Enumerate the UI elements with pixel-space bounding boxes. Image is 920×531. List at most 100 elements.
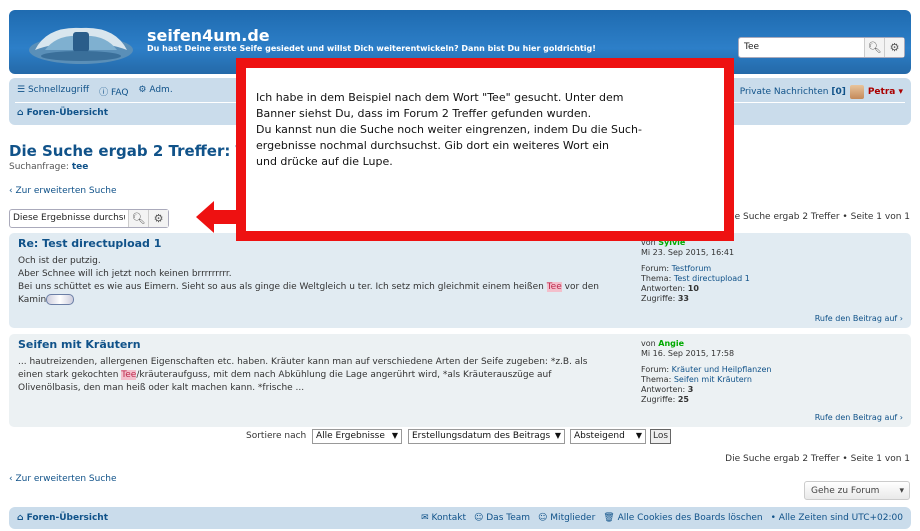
- avatar[interactable]: [849, 85, 864, 99]
- refine-search-box: Diese Ergebnisse durchsuchen 🔍︎ ⚙: [9, 209, 169, 228]
- select-value: Erstellungsdatum des Beitrags: [412, 431, 551, 441]
- search-result: Re: Test directupload 1 Och ist der putz…: [9, 233, 911, 328]
- search-highlight: Tee: [546, 282, 562, 292]
- views-label: Zugriffe:: [641, 294, 676, 303]
- result-meta: von Sylvie Mi 23. Sep 2015, 16:41 Forum:…: [641, 238, 750, 304]
- callout-line: und drücke auf die Lupe.: [256, 155, 393, 168]
- forum-link[interactable]: Testforum: [672, 264, 712, 273]
- select-value: Alle Ergebnisse: [316, 431, 385, 441]
- footer-bar: ⌂ Foren-Übersicht ✉ Kontakt ☺ Das Team ☺…: [9, 507, 911, 529]
- excerpt-line: ... hautreizenden, allergenen Eigenschaf…: [18, 357, 588, 367]
- jump-to-post-link[interactable]: Rufe den Beitrag auf ›: [815, 413, 903, 422]
- header-search-box: Tee 🔍︎ ⚙: [738, 37, 905, 58]
- result-excerpt: Och ist der putzig. Aber Schnee will ich…: [18, 255, 618, 307]
- excerpt-text: Kamin: [18, 295, 47, 305]
- excerpt-line: Och ist der putzig.: [18, 256, 101, 266]
- callout-line: Du kannst nun die Suche noch weiter eing…: [256, 123, 642, 136]
- excerpt-text: Bei uns schüttet es wie aus Eimern. Sieh…: [18, 282, 547, 292]
- author-link[interactable]: Angie: [658, 339, 684, 348]
- quicklinks-label: Schnellzugriff: [27, 85, 90, 95]
- search-icon[interactable]: 🔍︎: [128, 210, 148, 227]
- chevron-down-icon: ▾: [899, 486, 904, 496]
- callout-line: ergebnisse nochmal durchsuchst. Gib dort…: [256, 139, 609, 152]
- query-value: tee: [71, 162, 89, 172]
- result-excerpt: ... hautreizenden, allergenen Eigenschaf…: [18, 356, 618, 395]
- chevron-down-icon: ▼: [391, 431, 398, 440]
- callout-line: Banner siehst Du, dass im Forum 2 Treffe…: [256, 107, 592, 120]
- sort-direction-select[interactable]: Absteigend ▼: [570, 429, 646, 444]
- jump-to-label: Gehe zu Forum: [811, 486, 880, 496]
- search-highlight: Tee: [121, 370, 137, 380]
- contact-label: Kontakt: [431, 513, 466, 523]
- result-title[interactable]: Re: Test directupload 1: [18, 237, 161, 250]
- contact-link[interactable]: ✉ Kontakt: [421, 513, 466, 523]
- topic-link[interactable]: Seifen mit Kräutern: [674, 375, 752, 384]
- advanced-search-link[interactable]: ‹ Zur erweiterten Suche: [9, 474, 117, 484]
- private-messages-link[interactable]: Private Nachrichten [0]: [740, 87, 846, 97]
- header-search-input[interactable]: Tee: [744, 42, 759, 52]
- advanced-search-link[interactable]: ‹ Zur erweiterten Suche: [9, 186, 117, 196]
- admin-link[interactable]: ⚙ Adm.: [138, 85, 172, 98]
- arrow-left-icon: [196, 201, 246, 233]
- members-link[interactable]: ☺ Mitglieder: [538, 513, 595, 523]
- forum-label: Forum:: [641, 264, 670, 273]
- sort-key-select[interactable]: Erstellungsdatum des Beitrags ▼: [408, 429, 565, 444]
- page-title: Die Suche ergab 2 Treffer: Tee: [9, 142, 265, 160]
- excerpt-line: einen stark gekochten Tee/kräuteraufguss…: [18, 369, 618, 382]
- pagination-info: Die Suche ergab 2 Treffer • Seite 1 von …: [725, 454, 910, 464]
- callout-line: Ich habe in dem Beispiel nach dem Wort "…: [256, 91, 624, 104]
- views-count: 25: [677, 395, 689, 404]
- topic-label: Thema:: [641, 274, 672, 283]
- excerpt-line: Aber Schnee will ich jetzt noch keinen b…: [18, 269, 232, 279]
- site-logo[interactable]: [27, 20, 135, 66]
- smiley-image: [46, 294, 75, 305]
- result-filter-select[interactable]: Alle Ergebnisse ▼: [312, 429, 402, 444]
- result-title[interactable]: Seifen mit Kräutern: [18, 338, 141, 351]
- sort-label: Sortiere nach: [246, 431, 307, 441]
- quicklinks-menu[interactable]: ☰ Schnellzugriff: [17, 85, 89, 98]
- search-icon[interactable]: 🔍︎: [864, 38, 884, 57]
- replies-label: Antworten:: [641, 284, 686, 293]
- replies-count: 10: [687, 284, 699, 293]
- jump-label: Rufe den Beitrag auf: [814, 413, 898, 422]
- footer-board-index-link[interactable]: ⌂ Foren-Übersicht: [17, 513, 108, 523]
- query-label: Suchanfrage:: [9, 162, 69, 172]
- pagination-info: Die Suche ergab 2 Treffer • Seite 1 von …: [725, 212, 910, 222]
- gear-icon[interactable]: ⚙: [148, 210, 168, 227]
- gear-icon[interactable]: ⚙: [884, 38, 904, 57]
- jump-label: Rufe den Beitrag auf: [814, 314, 898, 323]
- delete-cookies-link[interactable]: 🗑︎ Alle Cookies des Boards löschen: [603, 513, 762, 523]
- excerpt-text: vor den: [561, 282, 599, 292]
- by-label: von: [641, 339, 656, 348]
- annotation-callout: Ich habe in dem Beispiel nach dem Wort "…: [236, 58, 734, 241]
- sort-go-button[interactable]: Los: [650, 429, 671, 444]
- jump-to-forum-button[interactable]: Gehe zu Forum ▾: [804, 481, 910, 500]
- refine-search-input[interactable]: Diese Ergebnisse durchsuchen: [13, 213, 125, 223]
- breadcrumb-label: Foren-Übersicht: [26, 108, 109, 118]
- jump-to-post-link[interactable]: Rufe den Beitrag auf ›: [815, 314, 903, 323]
- forum-label: Forum:: [641, 365, 670, 374]
- select-value: Absteigend: [574, 431, 625, 441]
- forum-link[interactable]: Kräuter und Heilpflanzen: [672, 365, 772, 374]
- topic-label: Thema:: [641, 375, 672, 384]
- chevron-down-icon: ▼: [635, 431, 642, 440]
- team-link[interactable]: ☺ Das Team: [474, 513, 530, 523]
- footer-board-index-label: Foren-Übersicht: [26, 513, 109, 523]
- pm-count: [0]: [831, 87, 846, 97]
- faq-link[interactable]: ⓘ FAQ: [99, 85, 128, 98]
- post-date: Mi 16. Sep 2015, 17:58: [641, 349, 735, 358]
- breadcrumb-board-index[interactable]: ⌂ Foren-Übersicht: [17, 108, 108, 118]
- replies-label: Antworten:: [641, 385, 686, 394]
- search-result: Seifen mit Kräutern ... hautreizenden, a…: [9, 334, 911, 427]
- excerpt-text: einen stark gekochten: [18, 370, 122, 380]
- faq-label: FAQ: [110, 88, 129, 98]
- views-count: 33: [677, 294, 689, 303]
- excerpt-line: Bei uns schüttet es wie aus Eimern. Sieh…: [18, 281, 618, 294]
- site-title[interactable]: seifen4um.de: [147, 26, 270, 45]
- excerpt-text: /kräuteraufguss, mit dem nach Abkühlung …: [136, 370, 552, 380]
- user-menu[interactable]: Petra ▾: [868, 87, 903, 97]
- team-label: Das Team: [486, 513, 531, 523]
- topic-link[interactable]: Test directupload 1: [674, 274, 750, 283]
- excerpt-line: Kamin: [18, 294, 618, 307]
- site-description: Du hast Deine erste Seife gesiedet und w…: [147, 44, 596, 53]
